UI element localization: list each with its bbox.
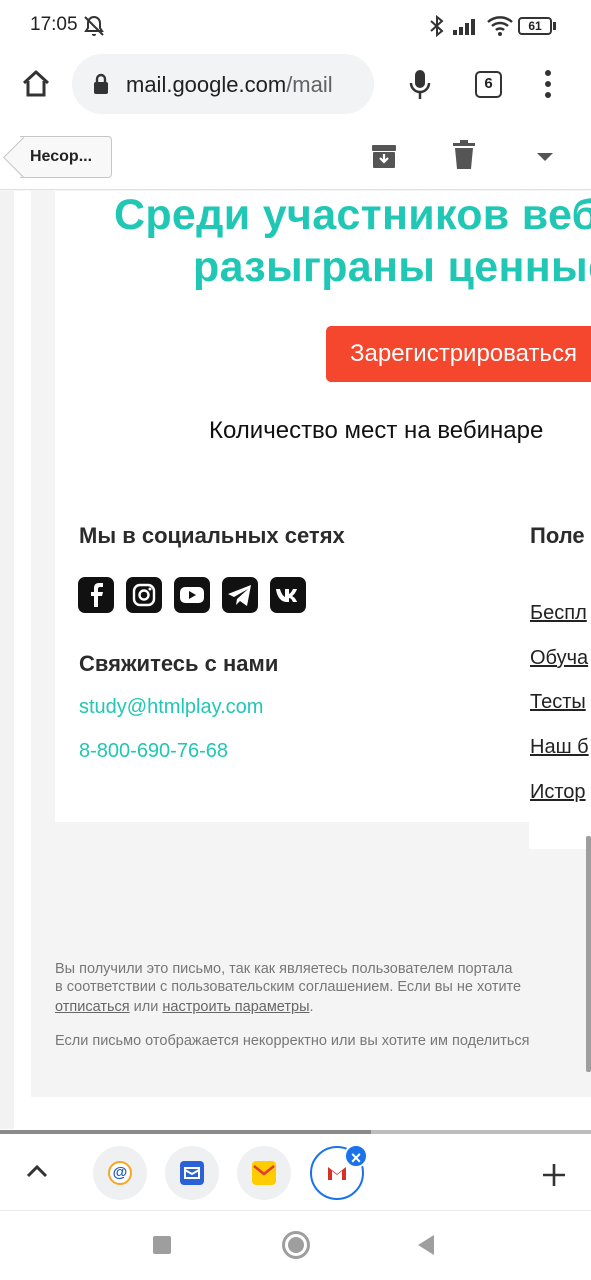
settings-link[interactable]: настроить параметры <box>162 999 309 1015</box>
archive-icon[interactable] <box>370 142 398 170</box>
url-text: mail.google.com/mail <box>126 72 333 98</box>
seats-info: Количество мест на вебинаре <box>209 417 544 444</box>
home-nav-dot <box>288 1237 304 1253</box>
useful-section-title: Поле <box>530 523 585 548</box>
email-card-extension <box>529 822 591 849</box>
contact-email-link[interactable]: study@htmlplay.com <box>79 696 263 719</box>
back-nav-icon[interactable] <box>416 1234 436 1256</box>
social-section-title: Мы в социальных сетях <box>79 523 345 548</box>
footer-text-line-3: отписаться или настроить параметры. <box>55 997 314 1017</box>
signal-icon <box>453 19 475 35</box>
more-actions-dropdown-icon[interactable] <box>536 152 554 162</box>
useful-link-5[interactable]: Истор <box>530 781 586 804</box>
headline-line-2: разыграны ценные <box>193 243 591 291</box>
youtube-icon[interactable] <box>174 577 210 613</box>
gmail-toolbar: Несор... <box>0 126 591 190</box>
system-navigation-bar <box>0 1210 591 1280</box>
vk-icon[interactable] <box>270 577 306 613</box>
url-host: mail.google.com <box>126 72 287 97</box>
footer-text-line-1: Вы получили это письмо, так как являетес… <box>55 961 513 977</box>
home-icon[interactable] <box>20 68 52 100</box>
footer-or: или <box>133 999 159 1015</box>
yandex-mail-icon <box>252 1161 276 1185</box>
contact-section-title: Свяжитесь с нами <box>79 651 279 676</box>
lock-icon <box>94 73 108 94</box>
email-body: Среди участников веб разыграны ценные За… <box>0 191 591 1129</box>
battery-level: 61 <box>528 19 542 33</box>
tab-mail-ru[interactable]: @ <box>93 1146 147 1200</box>
gmail-icon <box>325 1161 349 1185</box>
back-to-folder-button[interactable]: Несор... <box>20 136 112 178</box>
mail-envelope-icon <box>180 1161 204 1185</box>
bluetooth-icon <box>430 14 444 38</box>
recents-icon[interactable] <box>153 1236 171 1254</box>
status-time: 17:05 <box>30 14 78 35</box>
footer-dot: . <box>309 999 314 1015</box>
facebook-icon[interactable] <box>78 577 114 613</box>
tab-switcher-button[interactable]: 6 <box>475 71 502 98</box>
instagram-icon[interactable] <box>126 577 162 613</box>
microphone-icon[interactable] <box>408 68 432 102</box>
headline-line-1: Среди участников веб <box>114 191 591 239</box>
unsubscribe-link[interactable]: отписаться <box>55 999 130 1015</box>
battery-indicator: 61 <box>518 17 552 35</box>
chevron-up-icon[interactable] <box>26 1164 48 1178</box>
scrollbar-thumb[interactable] <box>586 836 591 1072</box>
footer-text-line-4: Если письмо отображается некорректно или… <box>55 1033 530 1049</box>
tab-yandex-mail[interactable] <box>237 1146 291 1200</box>
tab-outlook-mail[interactable] <box>165 1146 219 1200</box>
status-bar: 17:05 61 <box>0 0 591 52</box>
address-bar[interactable]: mail.google.com/mail <box>72 54 374 114</box>
register-button[interactable]: Зарегистрироваться <box>326 326 591 382</box>
delete-icon[interactable] <box>452 140 476 170</box>
mute-notifications-icon <box>84 15 104 36</box>
contact-phone-link[interactable]: 8-800-690-76-68 <box>79 740 228 763</box>
browser-toolbar: mail.google.com/mail 6 <box>0 52 591 126</box>
tab-strip-scroll-indicator <box>0 1130 371 1134</box>
useful-link-1[interactable]: Беспл <box>530 602 587 625</box>
useful-link-3[interactable]: Тесты <box>530 691 586 714</box>
overflow-menu-icon[interactable] <box>540 68 556 100</box>
url-path: /mail <box>286 72 333 97</box>
telegram-icon[interactable] <box>222 577 258 613</box>
mail-ru-icon: @ <box>108 1161 132 1185</box>
tab-strip: @ × <box>0 1130 591 1210</box>
footer-text-line-2: в соответствии с пользовательским соглаш… <box>55 979 522 995</box>
close-tab-icon[interactable]: × <box>344 1144 368 1168</box>
back-folder-label: Несор... <box>30 148 93 165</box>
wifi-icon <box>487 16 513 36</box>
useful-link-4[interactable]: Наш б <box>530 736 589 759</box>
left-gutter <box>0 191 14 1129</box>
useful-link-2[interactable]: Обуча <box>530 647 588 670</box>
new-tab-icon[interactable] <box>541 1162 567 1188</box>
battery-tip <box>553 22 556 30</box>
home-nav-icon[interactable] <box>282 1231 310 1259</box>
